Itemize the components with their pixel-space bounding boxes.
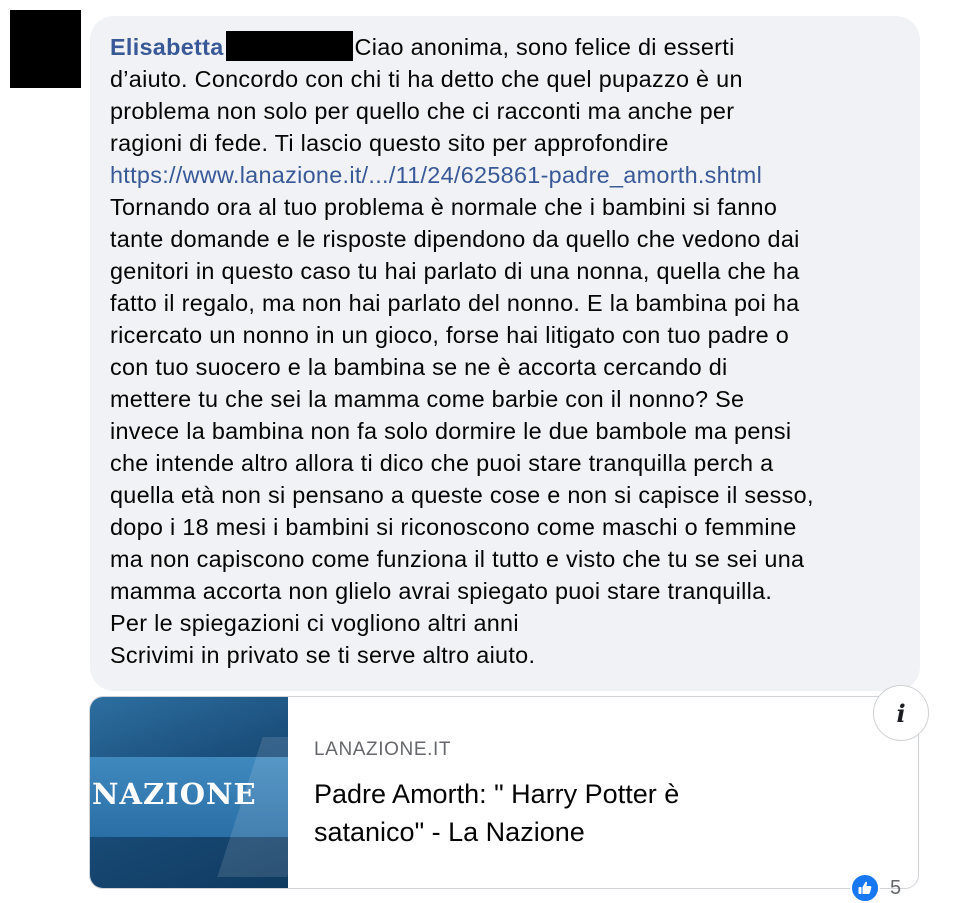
comment-line: problema non solo per quello che ci racc… [110, 98, 735, 124]
comment-author-link[interactable]: Elisabetta [110, 34, 224, 60]
comment-line: d’aiuto. Concordo con chi ti ha detto ch… [110, 66, 743, 92]
link-preview-title-line: satanico" - La Nazione [314, 817, 585, 847]
comment-line: mettere tu che sei la mamma come barbie … [110, 386, 745, 412]
comment-line: ricercato un nonno in un gioco, forse ha… [110, 322, 790, 348]
comment-line: Ciao anonima, sono felice di esserti [354, 34, 735, 60]
comment-line: invece la bambina non fa solo dormire le… [110, 418, 792, 444]
comment-body: Elisabetta Ciao anonima, sono felice di e… [110, 31, 900, 671]
comment-line: mamma accorta non glielo avrai spiegato … [110, 578, 773, 604]
reaction-count: 5 [890, 876, 902, 899]
comment-line: ma non capiscono come funziona il tutto … [110, 546, 805, 572]
avatar-redacted[interactable] [10, 10, 81, 88]
thumbs-up-glyph [858, 881, 872, 894]
link-preview-thumbnail: NAZIONE [90, 697, 288, 888]
comment-bubble: Elisabetta Ciao anonima, sono felice di e… [90, 16, 920, 691]
comment-first-line: Elisabetta Ciao anonima, sono felice di e… [110, 31, 900, 63]
link-preview-domain: LANAZIONE.IT [314, 739, 452, 760]
comment-line: che intende altro allora ti dico che puo… [110, 450, 774, 476]
comment-line: con tuo suocero e la bambina se ne è acc… [110, 354, 728, 380]
comment-line: Per le spiegazioni ci vogliono altri ann… [110, 610, 519, 636]
link-preview-card[interactable]: NAZIONE LANAZIONE.IT Padre Amorth: " Har… [89, 696, 919, 889]
thumbnail-brand-text: NAZIONE [92, 777, 257, 811]
comment-line: ragioni di fede. Ti lascio questo sito p… [110, 130, 669, 156]
redacted-surname [225, 31, 353, 61]
info-icon: i [896, 698, 906, 728]
comment-line: genitori in questo caso tu hai parlato d… [110, 258, 800, 284]
comment-line: fatto il regalo, ma non hai parlato del … [110, 290, 800, 316]
comment-line: Scrivimi in privato se ti serve altro ai… [110, 642, 536, 668]
link-preview-title-line: Padre Amorth: " Harry Potter è [314, 779, 680, 809]
comment-line: Tornando ora al tuo problema è normale c… [110, 194, 778, 220]
link-preview-title[interactable]: Padre Amorth: " Harry Potter è satanico"… [314, 775, 894, 851]
comment-line: dopo i 18 mesi i bambini si riconoscono … [110, 514, 797, 540]
comment-line: tante domande e le risposte dipendono da… [110, 226, 800, 252]
link-preview-info: LANAZIONE.IT Padre Amorth: " Harry Potte… [314, 739, 894, 851]
comment-url-link[interactable]: https://www.lanazione.it/.../11/24/62586… [110, 159, 900, 191]
comment-line: quella età non si pensano a queste cose … [110, 482, 814, 508]
info-button[interactable]: i [873, 685, 929, 741]
